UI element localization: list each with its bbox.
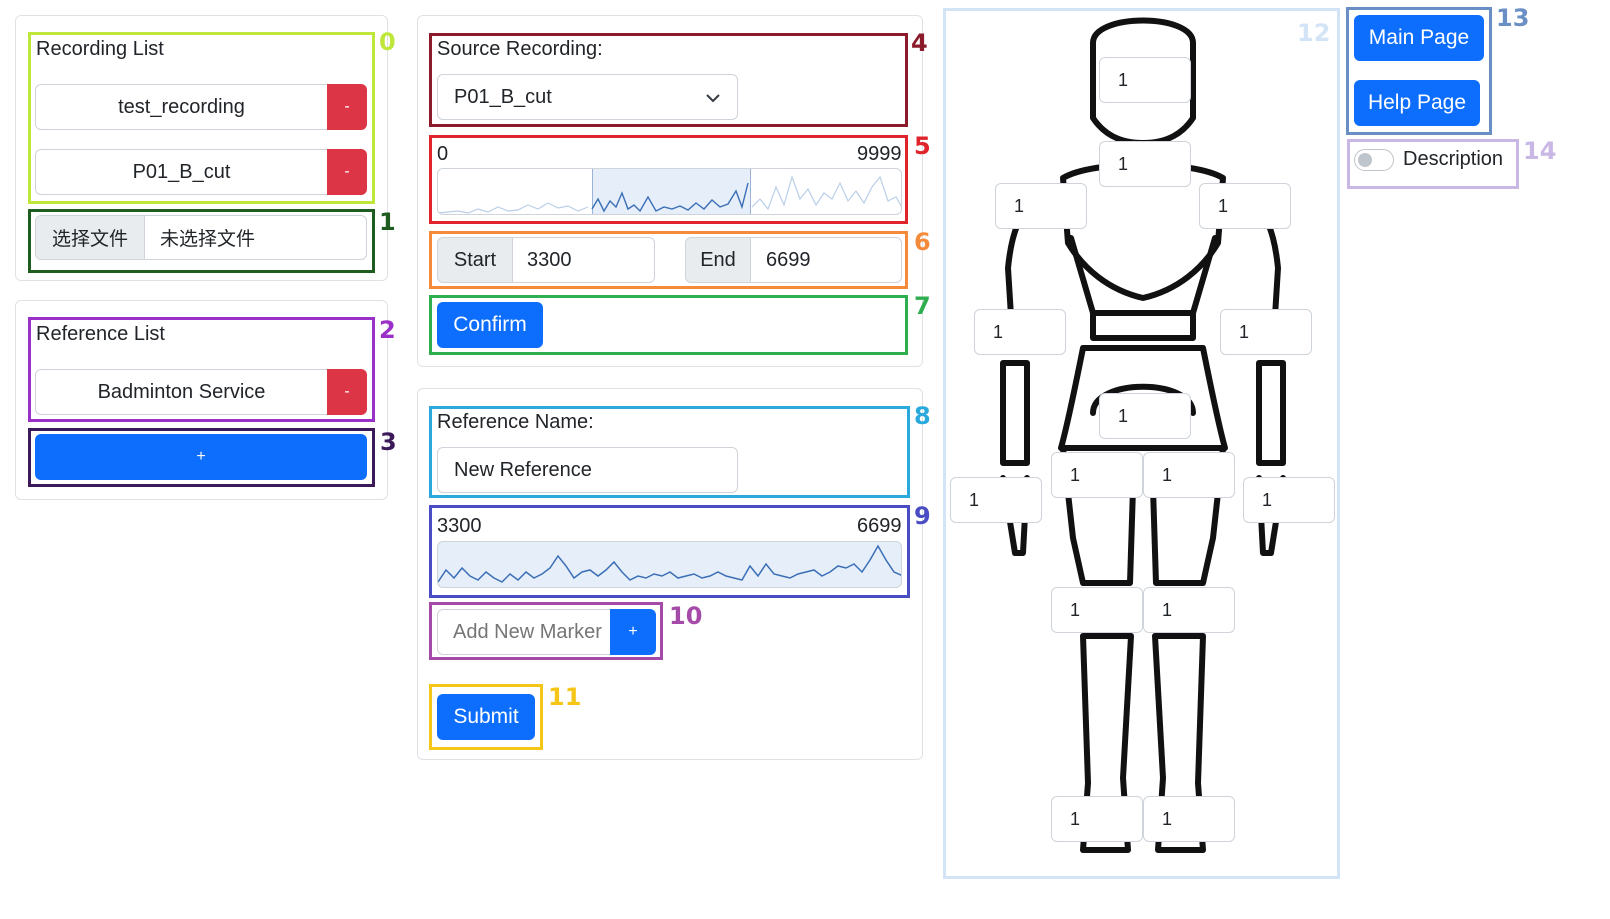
file-input[interactable]: 选择文件 未选择文件 (35, 215, 367, 260)
joint-ankle-left[interactable]: 1 (1143, 796, 1235, 842)
delete-recording-button[interactable]: - (327, 84, 367, 130)
source-recording-value: P01_B_cut (454, 85, 552, 108)
start-input[interactable]: 3300 (512, 237, 655, 283)
annotation-label-11: 11 (548, 683, 582, 711)
annotation-label-2: 2 (379, 316, 396, 344)
joint-pelvis[interactable]: 1 (1099, 393, 1191, 439)
joint-knee-right[interactable]: 1 (1051, 587, 1143, 633)
choose-file-button[interactable]: 选择文件 (36, 216, 145, 259)
annotation-label-8: 8 (914, 402, 931, 430)
joint-wrist-left[interactable]: 1 (1243, 477, 1335, 523)
add-reference-button[interactable]: + (35, 434, 367, 480)
joint-hip-left[interactable]: 1 (1143, 452, 1235, 498)
annotation-label-0: 0 (379, 28, 396, 56)
source-waveform-slider[interactable] (437, 168, 902, 215)
submit-button[interactable]: Submit (437, 694, 535, 740)
joint-knee-left[interactable]: 1 (1143, 587, 1235, 633)
end-label: End (685, 237, 751, 283)
mannequin-figure (1000, 17, 1286, 853)
joint-shoulder-right[interactable]: 1 (995, 183, 1087, 229)
add-marker-input[interactable] (437, 609, 611, 655)
annotation-label-5: 5 (914, 132, 931, 160)
joint-head[interactable]: 1 (1099, 57, 1191, 103)
joint-hip-right[interactable]: 1 (1051, 452, 1143, 498)
start-label: Start (437, 237, 513, 283)
chevron-down-icon (706, 94, 720, 103)
file-status: 未选择文件 (160, 228, 256, 250)
end-input[interactable]: 6699 (750, 237, 902, 283)
reference-waveform-slider[interactable] (437, 541, 902, 588)
recording-list-title: Recording List (36, 38, 164, 60)
annotation-label-6: 6 (914, 228, 931, 256)
source-waveform (438, 175, 901, 214)
reference-range-min: 3300 (437, 515, 482, 537)
annotation-label-10: 10 (669, 602, 703, 630)
reference-item[interactable]: Badminton Service (35, 369, 328, 415)
confirm-button[interactable]: Confirm (437, 302, 543, 348)
source-range-min: 0 (437, 143, 449, 165)
reference-waveform (438, 544, 901, 583)
source-recording-select[interactable]: P01_B_cut (437, 74, 738, 120)
delete-reference-button[interactable]: - (327, 369, 367, 415)
reference-range-max: 6699 (857, 515, 902, 537)
reference-name-input[interactable]: New Reference (437, 447, 738, 493)
annotation-label-1: 1 (379, 208, 396, 236)
joint-elbow-right[interactable]: 1 (974, 309, 1066, 355)
reference-name-title: Reference Name: (437, 411, 594, 433)
delete-recording-button[interactable]: - (327, 149, 367, 195)
help-page-button[interactable]: Help Page (1354, 80, 1480, 126)
source-range-max: 9999 (857, 143, 902, 165)
recording-item-label: test_recording (118, 95, 245, 118)
annotation-label-3: 3 (380, 428, 397, 456)
annotation-label-14: 14 (1523, 137, 1557, 165)
joint-shoulder-left[interactable]: 1 (1199, 183, 1291, 229)
reference-item-label: Badminton Service (97, 380, 266, 403)
description-label: Description (1403, 148, 1504, 170)
joint-ankle-right[interactable]: 1 (1051, 796, 1143, 842)
annotation-label-4: 4 (911, 29, 928, 57)
annotation-label-13: 13 (1496, 4, 1530, 32)
add-marker-button[interactable]: + (610, 609, 656, 655)
reference-list-title: Reference List (36, 323, 165, 345)
recording-item[interactable]: test_recording (35, 84, 328, 130)
description-toggle[interactable] (1354, 149, 1394, 171)
recording-item[interactable]: P01_B_cut (35, 149, 328, 195)
source-recording-title: Source Recording: (437, 38, 603, 60)
annotation-label-9: 9 (914, 502, 931, 530)
joint-elbow-left[interactable]: 1 (1220, 309, 1312, 355)
joint-wrist-right[interactable]: 1 (950, 477, 1042, 523)
annotation-label-7: 7 (914, 292, 931, 320)
main-page-button[interactable]: Main Page (1354, 15, 1484, 61)
joint-neck[interactable]: 1 (1099, 141, 1191, 187)
toggle-knob (1358, 153, 1372, 167)
recording-item-label: P01_B_cut (132, 160, 231, 183)
